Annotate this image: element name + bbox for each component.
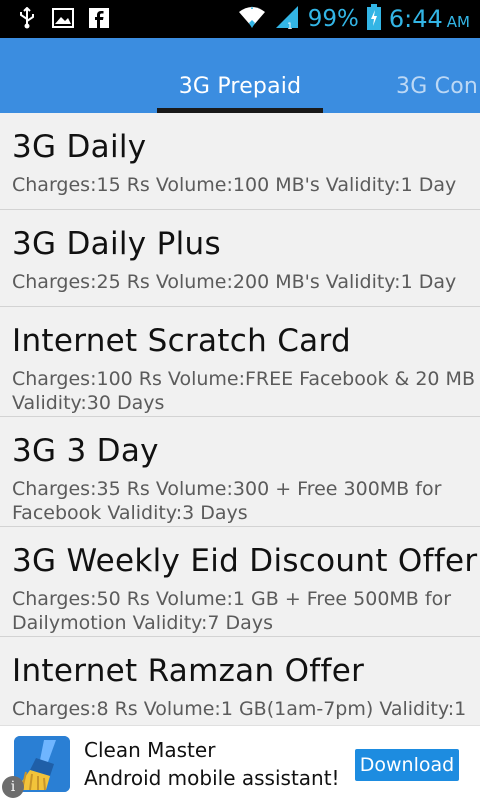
ad-info-icon[interactable]: i: [2, 776, 24, 798]
clock-ampm: AM: [446, 13, 470, 31]
list-item[interactable]: 3G Daily Charges:15 Rs Volume:100 MB's V…: [0, 113, 480, 210]
plan-title: Internet Ramzan Offer: [12, 653, 365, 689]
signal-icon: 1: [274, 4, 300, 34]
list-item[interactable]: Internet Scratch Card Charges:100 Rs Vol…: [0, 307, 480, 417]
usb-icon: [16, 7, 38, 29]
plan-title: 3G Weekly Eid Discount Offer: [12, 543, 478, 579]
tab-3g-prepaid[interactable]: 3G Prepaid: [157, 74, 323, 99]
wifi-icon: [238, 5, 266, 33]
svg-text:1: 1: [287, 22, 293, 30]
tab-bar: 3G Prepaid 3G Conn: [0, 38, 480, 113]
list-item[interactable]: 3G Daily Plus Charges:25 Rs Volume:200 M…: [0, 210, 480, 307]
download-button[interactable]: Download: [355, 749, 459, 781]
tab-3g-conn[interactable]: 3G Conn: [396, 74, 480, 99]
plan-description: Charges:100 Rs Volume:FREE Facebook & 20…: [12, 368, 475, 414]
plan-description: Charges:50 Rs Volume:1 GB + Free 500MB f…: [12, 588, 452, 634]
status-bar: 1 99% 6:44 AM: [0, 0, 480, 38]
ad-title: Clean Master: [84, 738, 216, 762]
list-item[interactable]: Internet Ramzan Offer Charges:8 Rs Volum…: [0, 637, 480, 727]
plan-title: 3G Daily: [12, 129, 147, 165]
facebook-icon: [88, 7, 110, 29]
ad-subtitle: Android mobile assistant!: [84, 766, 340, 790]
plan-description: Charges:35 Rs Volume:300 + Free 300MB fo…: [12, 478, 442, 524]
image-icon: [52, 7, 74, 29]
battery-icon: [366, 4, 381, 34]
list-item[interactable]: 3G 3 Day Charges:35 Rs Volume:300 + Free…: [0, 417, 480, 527]
ad-banner[interactable]: Clean Master Android mobile assistant! D…: [0, 725, 480, 801]
plan-title: 3G Daily Plus: [12, 226, 221, 262]
plan-description: Charges:15 Rs Volume:100 MB's Validity:1…: [12, 174, 457, 196]
plan-title: 3G 3 Day: [12, 433, 159, 469]
list-item[interactable]: 3G Weekly Eid Discount Offer Charges:50 …: [0, 527, 480, 637]
plan-list: 3G Daily Charges:15 Rs Volume:100 MB's V…: [0, 113, 480, 727]
plan-description: Charges:25 Rs Volume:200 MB's Validity:1…: [12, 271, 457, 293]
battery-percent: 99%: [307, 6, 359, 32]
plan-title: Internet Scratch Card: [12, 323, 351, 359]
plan-description: Charges:8 Rs Volume:1 GB(1am-7pm) Validi…: [12, 698, 467, 720]
clock-time: 6:44: [388, 5, 443, 33]
